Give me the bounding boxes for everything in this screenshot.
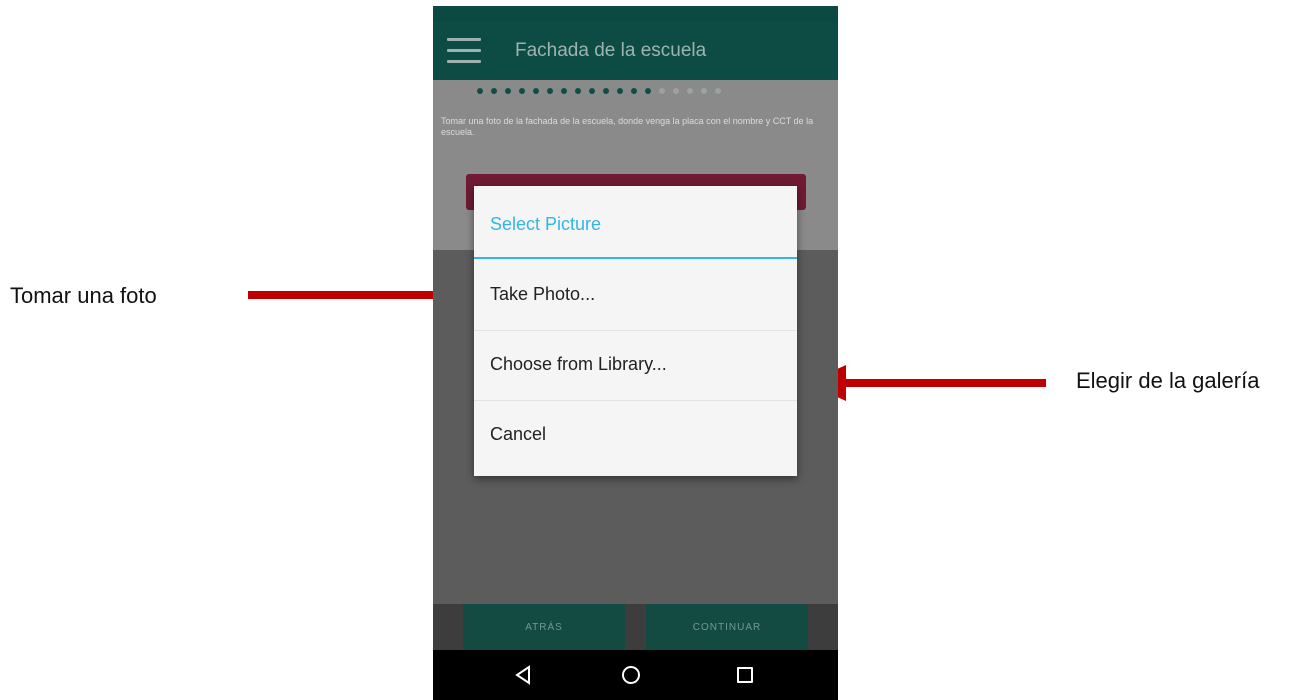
back-button[interactable]: ATRÁS [463,604,625,650]
bottom-button-bar: ATRÁS CONTINUAR [433,604,838,650]
option-label: Cancel [490,424,547,444]
select-picture-dialog: Select Picture Take Photo... Choose from… [474,186,797,476]
dialog-divider [474,257,797,259]
page-title: Fachada de la escuela [515,40,707,61]
hamburger-menu-icon[interactable] [447,38,481,64]
progress-dots [477,88,797,98]
phone-screen: Fachada de la escuela Tomar una foto de … [433,6,838,700]
option-choose-from-library[interactable]: Choose from Library... [474,330,797,401]
right-arrow-icon [806,365,1046,401]
dialog-title: Select Picture [490,214,602,234]
option-label: Take Photo... [490,284,596,304]
recents-square-icon[interactable] [737,667,753,683]
instruction-text: Tomar una foto de la fachada de la escue… [441,116,814,137]
app-bar: Fachada de la escuela [433,22,838,80]
continue-button[interactable]: CONTINUAR [646,604,808,650]
back-triangle-icon[interactable] [513,664,533,686]
option-label: Choose from Library... [490,354,667,374]
status-bar [433,6,838,22]
option-take-photo[interactable]: Take Photo... [474,260,797,331]
system-nav-bar [433,650,838,700]
option-cancel[interactable]: Cancel [474,400,797,470]
home-circle-icon[interactable] [622,666,640,684]
